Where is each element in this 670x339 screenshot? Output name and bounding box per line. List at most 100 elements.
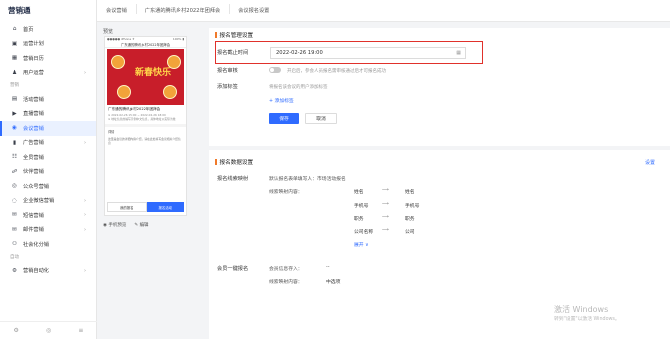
sidebar-item-plan[interactable]: ▣ 运营计划 [0, 37, 96, 52]
sidebar-item-calendar[interactable]: ▦ 营销日历 [0, 51, 96, 66]
sidebar-item-home[interactable]: ⌂ 首页 [0, 22, 96, 37]
sidebar-item-label: 运营计划 [23, 41, 44, 48]
sidebar-item-label: 活动营销 [23, 96, 44, 103]
group-label-marketing: 营销 [10, 83, 19, 88]
my-registration-button[interactable]: 我的报名 [107, 202, 147, 212]
mail-icon: ✉ [12, 226, 17, 233]
expand-link[interactable]: 展开 ∨ [354, 241, 369, 248]
cancel-button[interactable]: 取消 [305, 113, 337, 124]
member-mapping-value: 中选项 [326, 280, 341, 285]
arrow-icon: ⟶ [382, 215, 389, 220]
sidebar-item-team[interactable]: ☷ 全员营销 [0, 150, 96, 165]
user-icon: ♟ [11, 69, 17, 76]
phone-nav-title: 广东通的腾讯乡村2022年团拜会 [105, 42, 186, 48]
sidebar-item-wechat[interactable]: ◎ 公众号营销 [0, 179, 96, 194]
phone-preview: ●●●●● iPhone ✈ 100% ▮ 广东通的腾讯乡村2022年团拜会 新… [104, 36, 187, 216]
register-button[interactable]: 报名活动 [146, 202, 184, 212]
sidebar-item-label: 短信营销 [23, 212, 44, 219]
sidebar-item-label: 会议营销 [23, 125, 44, 132]
map-from-title: 职务 [354, 217, 364, 222]
arrow-icon: ⟶ [382, 202, 389, 207]
save-button[interactable]: 保存 [269, 113, 299, 124]
sidebar-item-meeting[interactable]: ◉ 会议营销 [0, 121, 96, 136]
sidebar-item-label: 首页 [23, 26, 34, 33]
tiger-figure [163, 85, 177, 99]
live-icon: ▶ [12, 110, 17, 117]
calendar-icon: ▦ [11, 55, 18, 62]
phone-battery: 100% ▮ [172, 37, 184, 41]
team-icon: ☷ [11, 154, 17, 161]
sidebar-item-label: 用户运营 [23, 70, 44, 77]
phone-action-bar: 我的报名 报名活动 [107, 202, 184, 212]
share-icon: ⚇ [11, 241, 17, 248]
sidebar-footer: ⚙ ◎ ≡ [0, 321, 97, 339]
event-banner-image: 新春快乐 [107, 49, 184, 105]
ad-icon: ▮ [12, 139, 17, 146]
partner-icon: ☍ [11, 168, 18, 175]
review-toggle[interactable] [269, 67, 281, 73]
lead-mapping-hint: 默认报名表单填写人：市场活动报名 [269, 177, 346, 182]
sidebar-item-wecom[interactable]: ◌ 企业微信营销 › [0, 194, 96, 209]
tiger-figure [111, 55, 125, 69]
deadline-value: 2022-02-26 19:00 [276, 50, 323, 56]
arrow-icon: ⟶ [382, 228, 389, 233]
home-icon: ⌂ [12, 26, 17, 33]
map-to-company: 公司 [405, 230, 415, 235]
group-label-automation: 自动 [10, 254, 19, 260]
breadcrumb-item-meeting[interactable]: 会议营销 [97, 7, 136, 14]
map-from-company: 公司名称 [354, 230, 374, 235]
menu-icon[interactable]: ≡ [78, 327, 83, 334]
plan-icon: ▣ [11, 40, 18, 47]
sidebar-item-label: 营销自动化 [23, 268, 49, 275]
chevron-right-icon: › [84, 197, 86, 204]
edit-link[interactable]: ✎ 编辑 [134, 222, 148, 228]
preview-panel: 预览 ●●●●● iPhone ✈ 100% ▮ 广东通的腾讯乡村2022年团拜… [103, 28, 202, 268]
calendar-icon[interactable]: ▦ [456, 50, 461, 56]
sidebar-item-partner[interactable]: ☍ 伙伴营销 [0, 165, 96, 180]
sidebar-item-sms[interactable]: ✉ 短信营销 › [0, 208, 96, 223]
brand-logo[interactable]: 营销通 [0, 0, 96, 22]
breadcrumb: 会议营销 广东通的腾讯乡村2022年团拜会 会议报名设置 [97, 0, 670, 22]
sidebar-item-activity[interactable]: ▤ 活动营销 [0, 92, 96, 107]
review-label: 报名审核 [217, 68, 238, 74]
chevron-right-icon: › [84, 69, 86, 76]
settings-link[interactable]: 设置 [645, 159, 655, 166]
deadline-datetime-input[interactable]: 2022-02-26 19:00 ▦ [270, 47, 466, 59]
sidebar-item-automation[interactable]: ⚙ 营销自动化 › [0, 264, 96, 279]
mobile-preview-label: 手机预览 [108, 223, 127, 228]
sidebar-item-mail[interactable]: ✉ 邮件营销 › [0, 223, 96, 238]
preview-links: ◉ 手机预览 ✎ 编辑 [103, 222, 202, 228]
map-to-title: 职务 [405, 217, 415, 222]
section-title-data: 报名数据设置 [215, 158, 254, 166]
preview-title: 预览 [103, 29, 114, 35]
chevron-right-icon: › [84, 212, 86, 219]
tag-hint: 将报名该会议的用户添加标签 [269, 85, 328, 90]
tiger-figure [117, 85, 131, 99]
windows-watermark-title: 激活 Windows [554, 305, 609, 314]
help-icon[interactable]: ◎ [46, 327, 51, 334]
breadcrumb-item-current: 会议报名设置 [229, 4, 278, 14]
tag-label: 添加标签 [217, 84, 238, 90]
sidebar-item-label: 公众号营销 [23, 183, 49, 190]
deadline-label: 报名截止时间 [217, 50, 249, 56]
mapping-content-label-2: 线索映射内容： [269, 280, 303, 285]
settings-icon[interactable]: ⚙ [14, 327, 19, 334]
event-title: 广东通的腾讯乡村2022年团拜会 [108, 107, 161, 111]
meeting-icon: ◉ [12, 125, 17, 132]
member-store-value: -- [326, 265, 330, 270]
add-tag-link[interactable]: + 添加标签 [269, 97, 294, 104]
sidebar-item-ad[interactable]: ▮ 广告营销 › [0, 136, 96, 151]
event-address: ⊙ 地址信息的编写示例中文信息，具体地址以实际为准 [108, 117, 176, 121]
mobile-preview-link[interactable]: ◉ 手机预览 [103, 222, 126, 228]
chevron-right-icon: › [84, 139, 86, 146]
member-oneclick-label: 会员一键报名 [217, 266, 249, 272]
banner-greeting: 新春快乐 [135, 68, 172, 78]
chevron-right-icon: › [84, 267, 86, 274]
member-store-label: 会员信息存入： [269, 267, 303, 272]
sms-icon: ✉ [12, 212, 17, 219]
sidebar-item-live[interactable]: ▶ 直播营销 [0, 107, 96, 122]
sidebar-item-share[interactable]: ⚇ 社会化分销 [0, 237, 96, 252]
sidebar-item-user[interactable]: ♟ 用户运营 › [0, 66, 96, 81]
breadcrumb-item-event[interactable]: 广东通的腾讯乡村2022年团拜会 [135, 4, 229, 14]
sidebar-item-label: 营销日历 [23, 55, 44, 62]
